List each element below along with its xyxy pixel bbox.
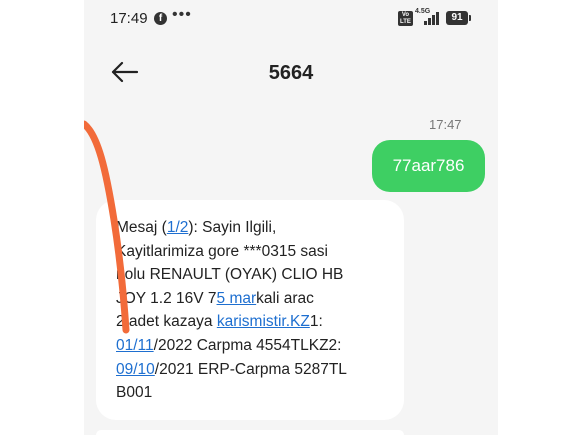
messaging-screen: 17:49 f ••• Vo LTE 4.5G 91 5664 17:47 77… — [84, 0, 498, 435]
message-link[interactable]: 1/2 — [167, 219, 189, 236]
message-text-segment: JOY 1.2 16V 7 — [116, 289, 217, 307]
message-text-segment: /2022 Carpma 4554TLKZ2: — [153, 336, 342, 354]
next-message-bubble-edge — [96, 430, 404, 435]
message-timestamp: 17:47 — [429, 117, 462, 132]
more-notifications-icon: ••• — [172, 6, 192, 23]
message-line: Mesaj (1/2): Sayin Ilgili, — [116, 216, 388, 240]
contact-title[interactable]: 5664 — [84, 62, 498, 85]
message-text-segment: B001 — [116, 384, 153, 402]
incoming-message-bubble[interactable]: Mesaj (1/2): Sayin Ilgili, Kayitlarimiza … — [96, 200, 404, 420]
status-time: 17:49 — [110, 10, 148, 27]
message-text-segment: /2021 ERP-Carpma 5287TL — [154, 360, 347, 378]
message-link[interactable]: karismistir.KZ — [217, 313, 310, 330]
message-link[interactable]: 01/11 — [116, 337, 154, 354]
message-line: 2 adet kazaya karismistir.KZ1: — [116, 310, 388, 334]
volte-icon: Vo LTE — [398, 11, 413, 26]
conversation-header: 5664 — [84, 44, 498, 100]
message-text-segment: nolu RENAULT (OYAK) CLIO HB — [116, 266, 344, 284]
message-text-segment: kali arac — [256, 289, 314, 307]
signal-strength-icon — [420, 11, 442, 25]
message-line: 01/11/2022 Carpma 4554TLKZ2: — [116, 334, 388, 358]
facebook-notification-icon: f — [154, 12, 167, 25]
battery-icon: 91 — [446, 11, 471, 25]
message-link[interactable]: 09/10 — [116, 361, 155, 378]
message-line: Kayitlarimiza gore ***0315 sasi — [116, 240, 388, 264]
message-line: JOY 1.2 16V 75 markali arac — [116, 287, 388, 311]
message-text-segment: 1: — [309, 313, 323, 331]
message-text-segment: Mesaj ( — [116, 219, 167, 236]
message-text-segment: ): Sayin Ilgili, — [188, 219, 277, 236]
volte-label: Vo LTE — [400, 12, 411, 25]
message-text-segment: 2 adet kazaya — [116, 313, 217, 331]
outgoing-message-bubble[interactable]: 77aar786 — [372, 140, 485, 192]
message-line: nolu RENAULT (OYAK) CLIO HB — [116, 263, 388, 287]
message-link[interactable]: 5 mar — [217, 290, 257, 307]
outgoing-message-text: 77aar786 — [392, 156, 465, 175]
message-line: 09/10/2021 ERP-Carpma 5287TL — [116, 358, 388, 382]
message-line: B001 — [116, 381, 388, 405]
message-text-segment: Kayitlarimiza gore ***0315 sasi — [116, 242, 328, 260]
status-bar: 17:49 f ••• Vo LTE 4.5G 91 — [84, 0, 498, 38]
